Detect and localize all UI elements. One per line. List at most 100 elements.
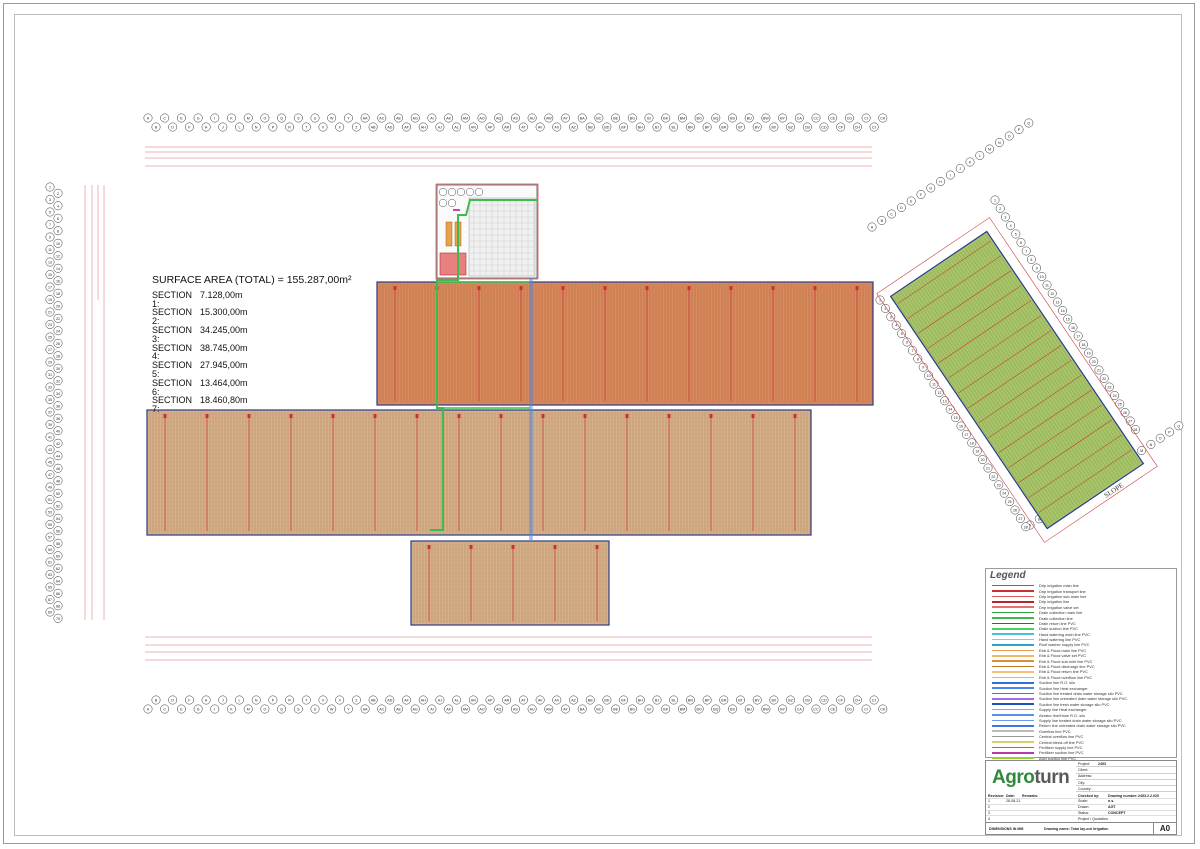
svg-text:13: 13: [48, 261, 52, 265]
grid-bubble: CB: [802, 695, 812, 705]
grid-bubble: 14: [945, 404, 955, 414]
grid-bubble: 22: [988, 471, 998, 481]
svg-text:M: M: [247, 708, 250, 712]
grid-bubble: 51: [45, 495, 55, 504]
svg-text:63: 63: [48, 573, 52, 577]
grid-bubble: X: [335, 122, 345, 132]
grid-bubble: E: [176, 704, 186, 714]
svg-text:29: 29: [48, 361, 52, 365]
grid-bubble: 36: [53, 401, 63, 411]
svg-text:BF: BF: [621, 699, 626, 703]
svg-text:AB: AB: [371, 699, 376, 703]
section-length: 13.464,00m: [200, 377, 248, 388]
grid-bubble: CD: [819, 695, 829, 705]
svg-text:24: 24: [1002, 492, 1006, 496]
grid-bubble: 26: [53, 338, 63, 348]
grid-bubble: CE: [828, 113, 838, 123]
grid-bubble: 6: [53, 213, 63, 223]
grid-bubble: AI: [427, 113, 437, 123]
legend-label: Ebb & Flood main line PVC: [1039, 647, 1087, 653]
grid-bubble: AP: [485, 122, 495, 132]
grid-bubble: CB: [802, 122, 812, 132]
svg-text:L: L: [979, 154, 981, 158]
grid-bubble: AN: [468, 122, 478, 132]
svg-text:9: 9: [1036, 267, 1038, 271]
grid-bubble: A: [867, 222, 877, 232]
svg-text:14: 14: [56, 267, 60, 271]
section-length: 7.128,00m: [200, 289, 243, 300]
grid-bubble: I: [210, 704, 220, 714]
svg-text:56: 56: [56, 529, 60, 533]
svg-text:AL: AL: [454, 126, 458, 130]
grid-bubble: 13: [1052, 297, 1062, 307]
svg-text:N: N: [255, 126, 258, 130]
grid-bubble: 50: [53, 488, 63, 498]
grid-bubble: AL: [452, 122, 462, 132]
svg-text:10: 10: [56, 242, 60, 246]
grid-bubble: BS: [728, 704, 737, 714]
grid-bubble: 7: [1021, 246, 1031, 256]
grid-bubble: R: [285, 695, 295, 705]
svg-text:12: 12: [56, 254, 60, 258]
svg-text:5: 5: [49, 211, 51, 215]
grid-bubble: 2: [53, 188, 63, 198]
grid-bubble: AS: [510, 704, 520, 714]
grid-bubble: C: [160, 704, 170, 714]
svg-text:AA: AA: [363, 708, 368, 712]
svg-text:O: O: [1008, 135, 1011, 139]
grid-bubble: CJ: [869, 122, 879, 132]
svg-text:17: 17: [964, 433, 968, 437]
svg-text:BC: BC: [596, 708, 601, 712]
grid-bubble: 12: [1047, 289, 1057, 298]
grid-bubble: N: [1146, 439, 1156, 449]
legend-swatch: [992, 730, 1034, 733]
grid-bubble: 7: [45, 220, 55, 229]
grid-bubble: D: [168, 695, 178, 705]
svg-text:11: 11: [48, 248, 52, 252]
grid-bubble: AJ: [435, 695, 445, 705]
svg-text:16: 16: [959, 425, 963, 429]
svg-text:22: 22: [1102, 377, 1106, 381]
sheet-size: A0: [1153, 823, 1176, 834]
grid-bubble: BA: [577, 704, 587, 714]
svg-text:I: I: [214, 117, 215, 121]
grid-bubble: 34: [53, 388, 63, 398]
grid-bubble: AK: [444, 704, 454, 714]
grid-bubble: F: [916, 190, 926, 199]
grid-bubble: 57: [45, 532, 55, 542]
grid-bubble: 15: [45, 270, 55, 279]
svg-text:AS: AS: [513, 708, 518, 712]
svg-text:55: 55: [48, 523, 52, 527]
grid-bubble: AE: [394, 113, 403, 123]
grid-bubble: 18: [53, 288, 63, 298]
grid-bubble: BX: [769, 695, 779, 705]
svg-text:49: 49: [48, 486, 52, 490]
grid-bubble: 19: [1084, 348, 1094, 358]
section-length: 18.460,80m: [200, 395, 248, 406]
svg-text:65: 65: [48, 586, 52, 590]
grid-bubble: N: [251, 695, 261, 705]
grid-bubble: G: [193, 704, 203, 714]
svg-text:26: 26: [1123, 411, 1127, 415]
grid-bubble: Q: [277, 704, 287, 714]
svg-text:J: J: [222, 699, 224, 703]
grid-bubble: BP: [702, 695, 712, 705]
section-length: 27.945,00m: [200, 360, 248, 371]
section-name: SECTION 6:: [152, 377, 193, 397]
svg-text:J: J: [222, 126, 224, 130]
legend-label: Hand watering line PVC: [1039, 637, 1081, 643]
legend-label: Drip irrigation line: [1039, 599, 1070, 605]
grid-bubble: S: [293, 113, 303, 123]
legend-swatch: [992, 708, 1034, 711]
grid-bubble: BO: [694, 113, 704, 123]
grid-bubble: BJ: [652, 122, 662, 132]
svg-text:AY: AY: [563, 708, 568, 712]
svg-text:3: 3: [1004, 216, 1006, 220]
svg-text:19: 19: [48, 298, 52, 302]
drawing-number-label: Drawing number:: [1108, 793, 1138, 798]
section-name: SECTION 3:: [152, 324, 193, 344]
svg-text:68: 68: [56, 604, 60, 608]
svg-text:10: 10: [927, 374, 931, 378]
grid-bubble: BW: [761, 113, 771, 123]
grid-bubble: 22: [53, 313, 63, 323]
